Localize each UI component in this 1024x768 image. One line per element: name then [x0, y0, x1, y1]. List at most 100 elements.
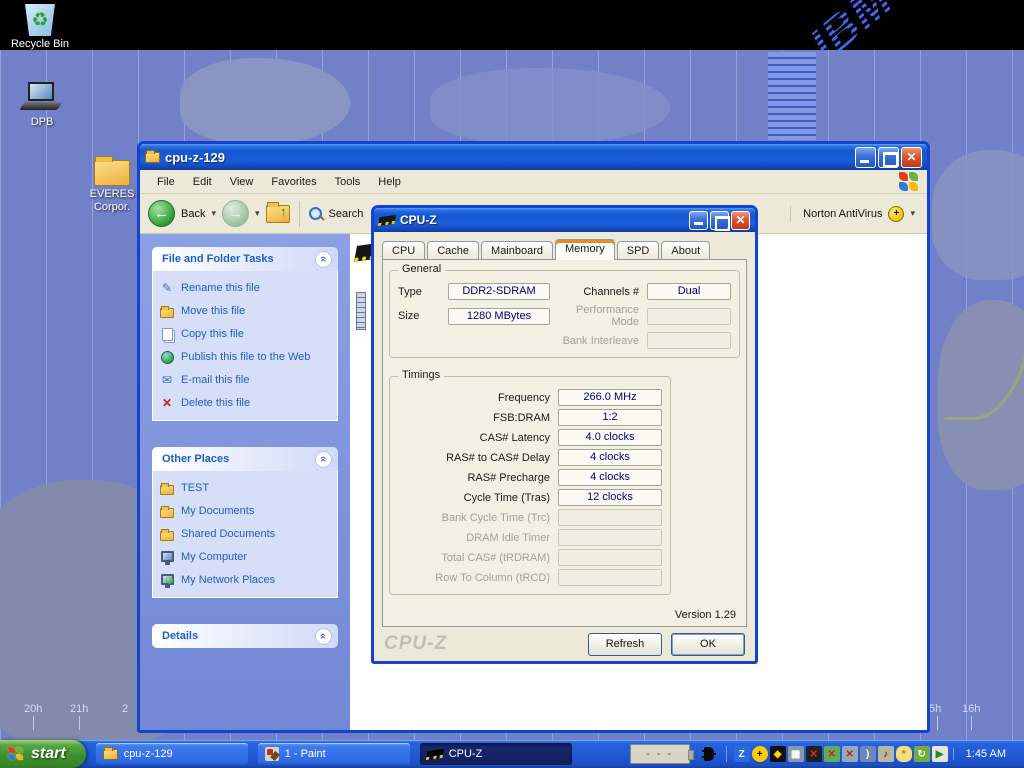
- other-places-panel: Other Places « TEST My Documents: [152, 447, 338, 598]
- menu-tools[interactable]: Tools: [326, 173, 370, 191]
- performance-mode-value: [647, 308, 731, 325]
- up-folder-button[interactable]: ↑: [266, 205, 290, 223]
- remote-display-icon[interactable]: ): [860, 746, 876, 762]
- refresh-button[interactable]: Refresh: [588, 633, 662, 656]
- battery-meter[interactable]: - - -: [630, 744, 690, 764]
- place-shared-documents[interactable]: Shared Documents: [159, 526, 331, 542]
- taskbar-button-explorer[interactable]: cpu-z-129: [96, 743, 248, 765]
- explorer-titlebar[interactable]: cpu-z-129 ✕: [140, 144, 927, 170]
- ram-file-icon[interactable]: [356, 292, 366, 330]
- desktop: IBM 20h 21h 2 5h 16h ♻ Recycle Bin DPB E…: [0, 0, 1024, 768]
- task-publish-file[interactable]: Publish this file to the Web: [159, 349, 331, 365]
- windows-flag-icon: [8, 747, 25, 762]
- file-tasks-header[interactable]: File and Folder Tasks «: [152, 247, 338, 271]
- desktop-icon-dpb[interactable]: DPB: [10, 82, 74, 129]
- back-button-label[interactable]: Back: [181, 208, 205, 220]
- minimize-button[interactable]: [689, 211, 708, 230]
- version-text: Version 1.29: [675, 609, 736, 621]
- search-icon[interactable]: [309, 207, 323, 221]
- tab-spd[interactable]: SPD: [617, 241, 660, 259]
- power-plug-icon: [699, 746, 717, 762]
- channels-value: Dual: [647, 283, 731, 300]
- norton-dropdown-arrow[interactable]: ▾: [910, 208, 915, 219]
- mail-notification-icon[interactable]: ◆: [770, 746, 786, 762]
- tab-cpu[interactable]: CPU: [382, 241, 425, 259]
- task-email-file[interactable]: ✉ E-mail this file: [159, 372, 331, 388]
- place-my-computer[interactable]: My Computer: [159, 549, 331, 565]
- cpuz-titlebar[interactable]: CPU-Z ✕: [374, 208, 755, 232]
- fsb-dram-label: FSB:DRAM: [398, 412, 550, 424]
- details-header[interactable]: Details »: [152, 624, 338, 648]
- size-value: 1280 MBytes: [448, 308, 550, 325]
- desktop-icon-everes-folder[interactable]: EVERES Corpor.: [84, 160, 140, 214]
- maximize-button[interactable]: [710, 211, 729, 230]
- explorer-window-title: cpu-z-129: [165, 150, 850, 165]
- back-dropdown-arrow[interactable]: ▾: [211, 208, 216, 219]
- chevron-up-icon[interactable]: «: [315, 451, 332, 468]
- task-rename-file[interactable]: ✎ Rename this file: [159, 280, 331, 296]
- chevron-up-icon[interactable]: «: [315, 251, 332, 268]
- blocked-network-icon[interactable]: ✕: [806, 746, 822, 762]
- minimize-button[interactable]: [855, 147, 876, 168]
- menu-help[interactable]: Help: [369, 173, 410, 191]
- rename-icon: ✎: [159, 280, 175, 296]
- offline-computer-icon[interactable]: ✕: [842, 746, 858, 762]
- place-test[interactable]: TEST: [159, 480, 331, 496]
- taskbar-button-cpuz[interactable]: CPU-Z: [420, 743, 572, 765]
- norton-antivirus-toolbar[interactable]: Norton AntiVirus + ▾: [790, 206, 919, 222]
- forward-dropdown-arrow[interactable]: ▾: [255, 208, 260, 219]
- maximize-button[interactable]: [878, 147, 899, 168]
- place-label: My Network Places: [181, 574, 275, 586]
- close-button[interactable]: ✕: [901, 147, 922, 168]
- tab-mainboard[interactable]: Mainboard: [481, 241, 553, 259]
- taskbar-button-paint[interactable]: 1 - Paint: [258, 743, 410, 765]
- place-my-network-places[interactable]: My Network Places: [159, 572, 331, 588]
- type-value: DDR2-SDRAM: [448, 283, 550, 300]
- menu-view[interactable]: View: [221, 173, 263, 191]
- back-button[interactable]: ←: [148, 200, 175, 227]
- internet-connection-icon[interactable]: Z: [734, 746, 750, 762]
- user-status-icon[interactable]: ✕: [824, 746, 840, 762]
- close-button[interactable]: ✕: [731, 211, 750, 230]
- media-player-icon[interactable]: ▶: [932, 746, 948, 762]
- place-my-documents[interactable]: My Documents: [159, 503, 331, 519]
- wallpaper-top-band: IBM: [0, 0, 1024, 50]
- norton-label: Norton AntiVirus: [803, 208, 882, 220]
- other-places-header[interactable]: Other Places «: [152, 447, 338, 471]
- norton-antivirus-tray-icon[interactable]: +: [752, 746, 768, 762]
- forward-button[interactable]: →: [222, 200, 249, 227]
- desktop-icon-recycle-bin[interactable]: ♻ Recycle Bin: [8, 4, 72, 51]
- place-label: TEST: [181, 482, 209, 494]
- tab-memory[interactable]: Memory: [555, 239, 615, 260]
- ok-button[interactable]: OK: [671, 633, 745, 656]
- task-copy-file[interactable]: Copy this file: [159, 326, 331, 342]
- taskbar-clock[interactable]: 1:45 AM: [953, 748, 1016, 760]
- timezone-label: 2: [122, 703, 128, 715]
- chevron-down-icon[interactable]: »: [315, 628, 332, 645]
- timezone-tick: [937, 716, 938, 730]
- ras-to-cas-value: 4 clocks: [558, 449, 662, 466]
- task-move-file[interactable]: Move this file: [159, 303, 331, 319]
- desktop-icon-label: DPB: [10, 116, 74, 129]
- menu-file[interactable]: File: [148, 173, 184, 191]
- network-share-icon[interactable]: ▦: [788, 746, 804, 762]
- system-update-icon[interactable]: ↻: [914, 746, 930, 762]
- menu-edit[interactable]: Edit: [184, 173, 221, 191]
- panel-title: Other Places: [162, 453, 229, 465]
- general-groupbox: General Type DDR2-SDRAM Channels # Dual …: [389, 270, 740, 358]
- desktop-icon-label: Recycle Bin: [8, 38, 72, 51]
- volume-icon[interactable]: ♪: [878, 746, 894, 762]
- messenger-icon[interactable]: *: [896, 746, 912, 762]
- start-button[interactable]: start: [0, 740, 86, 768]
- menu-favorites[interactable]: Favorites: [262, 173, 325, 191]
- search-button-label[interactable]: Search: [329, 208, 364, 220]
- task-delete-file[interactable]: ✕ Delete this file: [159, 395, 331, 411]
- cpu-chip-icon: [378, 214, 396, 225]
- tab-cache[interactable]: Cache: [427, 241, 479, 259]
- explorer-menubar: File Edit View Favorites Tools Help: [140, 170, 927, 194]
- delete-icon: ✕: [159, 395, 175, 411]
- tab-about[interactable]: About: [661, 241, 710, 259]
- cpuz-window: CPU-Z ✕ CPU Cache Mainboard Memory SPD A…: [371, 205, 758, 664]
- panel-title: File and Folder Tasks: [162, 253, 274, 265]
- documents-folder-icon: [159, 503, 175, 519]
